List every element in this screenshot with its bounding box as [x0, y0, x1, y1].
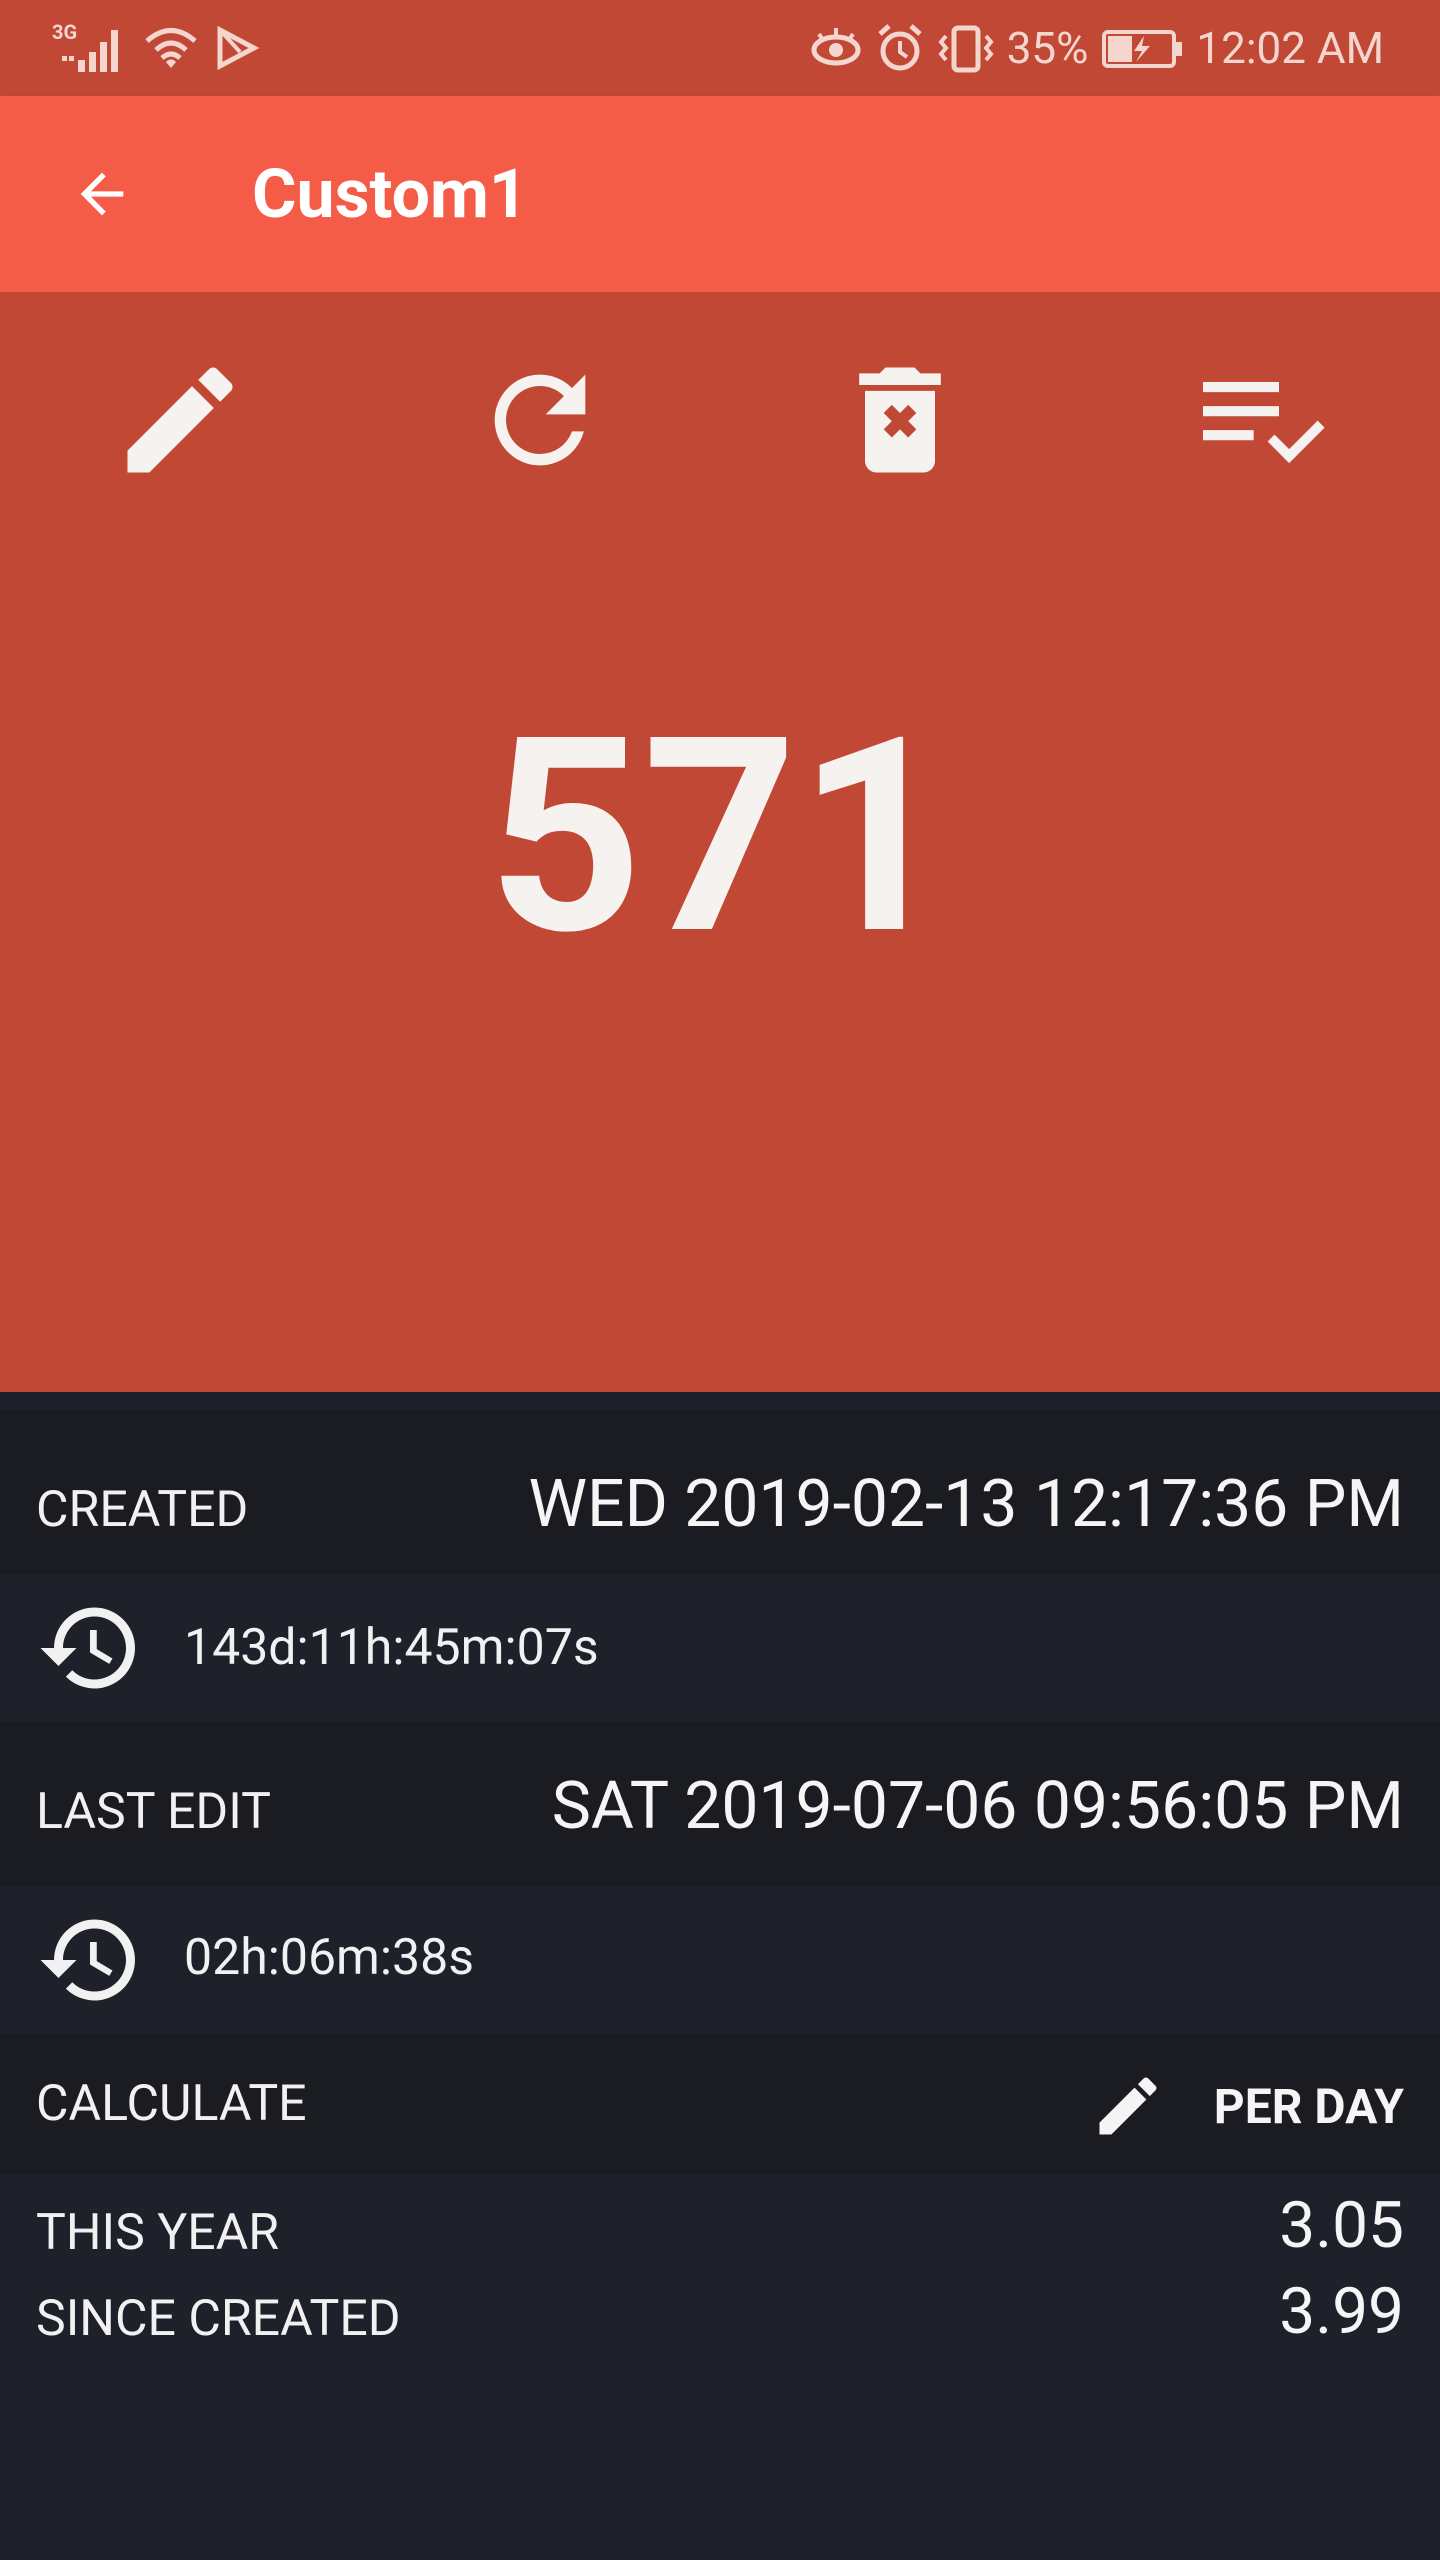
stat-row-this-year: THIS YEAR 3.05: [0, 2174, 1440, 2270]
back-button[interactable]: [54, 146, 150, 242]
playlist-check-icon: [1203, 382, 1325, 464]
stat-label: THIS YEAR: [36, 2204, 280, 2262]
eye-comfort-icon: [811, 28, 861, 66]
last-edit-elapsed: 02h:06m:38s: [184, 1929, 475, 1987]
history-icon: [40, 1919, 135, 2001]
pencil-icon: [127, 367, 233, 473]
app-bar: Custom1: [0, 96, 1440, 292]
stat-value: 3.99: [1279, 2274, 1404, 2349]
stat-label: SINCE CREATED: [36, 2290, 401, 2348]
alarm-icon: [878, 24, 922, 71]
pencil-icon: [1099, 2077, 1157, 2135]
calculate-label: CALCULATE: [36, 2075, 307, 2133]
created-label: CREATED: [36, 1481, 249, 1539]
battery-percent: 35%: [1006, 22, 1089, 74]
battery-charging-icon: [1102, 30, 1183, 68]
status-right-icons: 35% 12:02 AM: [809, 22, 1384, 74]
per-day-label: PER DAY: [1213, 2077, 1404, 2135]
delete-counter-button[interactable]: [820, 340, 980, 500]
status-left-icons: 3G: [52, 22, 260, 74]
status-bar: 3G 35% 12:02 AM: [0, 0, 1440, 96]
created-elapsed-row: 143d:11h:45m:07s: [0, 1574, 1440, 1722]
vibrate-icon: [938, 25, 994, 73]
stat-value: 3.05: [1279, 2188, 1404, 2263]
edit-counter-button[interactable]: [100, 340, 260, 500]
wifi-icon: [145, 28, 197, 68]
created-row: CREATED WED 2019-02-13 12:17:36 PM: [0, 1410, 1440, 1574]
last-edit-datetime: SAT 2019-07-06 09:56:05 PM: [551, 1768, 1404, 1845]
refresh-icon: [494, 374, 586, 466]
counter-value: 571: [487, 679, 953, 995]
last-edit-row: LAST EDIT SAT 2019-07-06 09:56:05 PM: [0, 1722, 1440, 1886]
counter-panel: 571 - +: [0, 292, 1440, 1670]
history-icon: [40, 1607, 135, 1689]
arrow-back-icon: [80, 172, 124, 216]
trash-x-icon: [859, 367, 941, 473]
stat-row-since-created: SINCE CREATED 3.99: [0, 2270, 1440, 2366]
last-edit-label: LAST EDIT: [36, 1783, 271, 1841]
stats-section: THIS YEAR 3.05 SINCE CREATED 3.99: [0, 2174, 1440, 2560]
created-elapsed: 143d:11h:45m:07s: [184, 1619, 599, 1677]
cellular-signal-icon: 3G: [52, 22, 128, 74]
calculate-row: CALCULATE PER DAY: [0, 2034, 1440, 2174]
clock-time: 12:02 AM: [1196, 22, 1384, 74]
history-list-button[interactable]: [1180, 340, 1340, 500]
page-title: Custom1: [252, 154, 528, 234]
reset-counter-button[interactable]: [460, 340, 620, 500]
play-store-icon: [217, 25, 260, 71]
per-day-button[interactable]: PER DAY: [1090, 2066, 1404, 2146]
last-edit-elapsed-row: 02h:06m:38s: [0, 1886, 1440, 2034]
created-datetime: WED 2019-02-13 12:17:36 PM: [528, 1466, 1405, 1543]
